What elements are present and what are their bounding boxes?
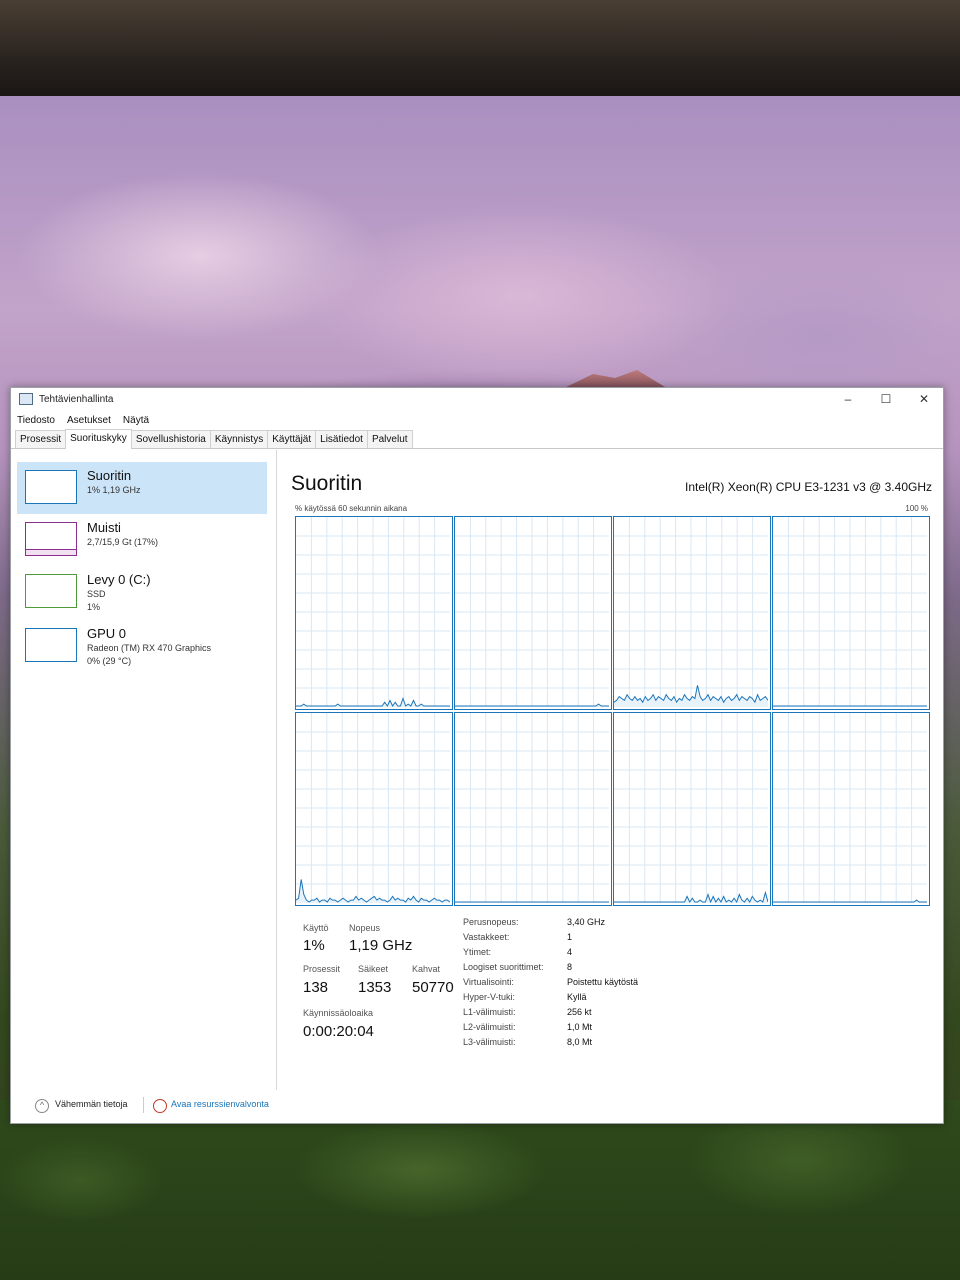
footer-bar: ^ Vähemmän tietoja Avaa resurssienvalvon… [11, 1091, 943, 1121]
menu-bar: Tiedosto Asetukset Näytä [11, 410, 943, 430]
detail-value: Kyllä [567, 992, 587, 1002]
tab-details[interactable]: Lisätiedot [315, 430, 368, 448]
resource-monitor-icon[interactable] [153, 1099, 167, 1113]
cpu-core-graph [613, 712, 771, 906]
task-manager-icon [19, 393, 33, 405]
cpu-core-graph-plot [296, 713, 450, 903]
cpu-core-graph-plot [455, 517, 609, 707]
cpu-core-graph-plot [614, 713, 768, 903]
core-graph-grid [295, 516, 931, 906]
cpu-core-graph-plot [773, 713, 927, 903]
sidebar-item-label: Levy 0 (C:) [87, 572, 151, 587]
task-manager-window: Tehtävienhallinta – ☐ ✕ Tiedosto Asetuks… [10, 387, 944, 1124]
minimize-button[interactable]: – [829, 388, 867, 410]
processes-label: Prosessit [303, 964, 341, 974]
cpu-core-graph-plot [296, 517, 450, 707]
processes-value: 138 [303, 979, 329, 996]
memory-thumbnail [25, 522, 77, 556]
sidebar-item-detail: 1% [87, 602, 101, 612]
detail-key: Ytimet: [463, 947, 492, 957]
detail-key: Virtualisointi: [463, 977, 514, 987]
sidebar-item-gpu[interactable]: GPU 0 Radeon (TM) RX 470 Graphics 0% (29… [17, 620, 267, 672]
detail-key: Hyper-V-tuki: [463, 992, 516, 1002]
menu-view[interactable]: Näytä [123, 415, 149, 426]
cpu-thumbnail [25, 470, 77, 504]
tab-startup[interactable]: Käynnistys [209, 430, 269, 448]
sidebar-item-memory[interactable]: Muisti 2,7/15,9 Gt (17%) [17, 514, 267, 566]
cpu-core-graph [772, 712, 930, 906]
detail-key: Loogiset suorittimet: [463, 962, 544, 972]
sidebar-item-label: Suoritin [87, 468, 132, 483]
threads-label: Säikeet [358, 964, 389, 974]
close-button[interactable]: ✕ [905, 388, 943, 410]
fewer-details-link[interactable]: Vähemmän tietoja [55, 1099, 128, 1109]
menu-file[interactable]: Tiedosto [17, 415, 55, 426]
footer-divider [143, 1097, 144, 1113]
sidebar-item-disk[interactable]: Levy 0 (C:) SSD 1% [17, 566, 267, 618]
cpu-stats: Käyttö 1% Nopeus 1,19 GHz Prosessit 138 … [297, 917, 937, 1093]
speed-value: 1,19 GHz [349, 937, 413, 954]
performance-panel: Suoritin Intel(R) Xeon(R) CPU E3-1231 v3… [291, 468, 936, 1088]
tab-app-history[interactable]: Sovellushistoria [130, 430, 211, 448]
tab-services[interactable]: Palvelut [366, 430, 413, 448]
detail-value: 256 kt [567, 1007, 592, 1017]
cpu-core-graph [295, 712, 453, 906]
sidebar-item-detail: 2,7/15,9 Gt (17%) [87, 537, 159, 547]
tab-performance[interactable]: Suorituskyky [65, 429, 132, 449]
cpu-core-graph [613, 516, 771, 710]
cpu-core-graph [454, 712, 612, 906]
detail-value: 1 [567, 932, 573, 942]
maximize-button[interactable]: ☐ [867, 388, 905, 410]
sidebar-item-detail: Radeon (TM) RX 470 Graphics [87, 643, 212, 653]
detail-key: L1-välimuisti: [463, 1007, 516, 1017]
detail-key: L2-välimuisti: [463, 1022, 516, 1032]
resource-sidebar: Suoritin 1% 1,19 GHz Muisti 2,7/15,9 Gt … [11, 450, 277, 1090]
cpu-core-graph [295, 516, 453, 710]
monitor-bezel [0, 0, 960, 96]
sidebar-item-cpu[interactable]: Suoritin 1% 1,19 GHz [17, 462, 267, 514]
cpu-core-graph-plot [773, 517, 927, 707]
threads-value: 1353 [358, 979, 392, 996]
title-bar[interactable]: Tehtävienhallinta – ☐ ✕ [11, 388, 943, 410]
detail-key: L3-välimuisti: [463, 1037, 516, 1047]
uptime-value: 0:00:20:04 [303, 1023, 374, 1040]
cpu-core-graph [772, 516, 930, 710]
menu-options[interactable]: Asetukset [67, 415, 111, 426]
wallpaper-foliage [0, 1100, 960, 1280]
window-title: Tehtävienhallinta [39, 393, 114, 405]
detail-key: Vastakkeet: [463, 932, 510, 942]
sidebar-item-detail: 1% 1,19 GHz [87, 485, 141, 495]
tab-users[interactable]: Käyttäjät [267, 430, 317, 448]
cpu-core-graph-plot [455, 713, 609, 903]
detail-key: Perusnopeus: [463, 917, 519, 927]
detail-value: 4 [567, 947, 573, 957]
page-title: Suoritin [291, 472, 363, 495]
cpu-core-graph-plot [614, 517, 768, 707]
detail-value: 8,0 Mt [567, 1037, 593, 1047]
uptime-label: Käynnissäoloaika [303, 1008, 374, 1018]
usage-value: 1% [303, 937, 325, 954]
gpu-thumbnail [25, 628, 77, 662]
tab-processes[interactable]: Prosessit [15, 430, 67, 448]
sidebar-item-detail: 0% (29 °C) [87, 656, 132, 666]
sidebar-item-detail: SSD [87, 589, 106, 599]
sidebar-item-label: GPU 0 [87, 626, 127, 641]
disk-thumbnail [25, 574, 77, 608]
open-resource-monitor-link[interactable]: Avaa resurssienvalvonta [171, 1099, 269, 1109]
speed-label: Nopeus [349, 923, 381, 933]
cpu-core-graph [454, 516, 612, 710]
detail-value: 1,0 Mt [567, 1022, 593, 1032]
detail-value: Poistettu käytöstä [567, 977, 639, 987]
handles-label: Kahvat [412, 964, 441, 974]
usage-label: Käyttö [303, 923, 329, 933]
graph-caption: % käytössä 60 sekunnin aikana [295, 504, 408, 513]
handles-value: 50770 [412, 979, 454, 996]
detail-value: 3,40 GHz [567, 917, 606, 927]
tab-bar: Prosessit Suorituskyky Sovellushistoria … [11, 429, 943, 449]
detail-value: 8 [567, 962, 573, 972]
graph-max-label: 100 % [905, 504, 928, 513]
sidebar-item-label: Muisti [87, 520, 121, 535]
cpu-model-name: Intel(R) Xeon(R) CPU E3-1231 v3 @ 3.40GH… [685, 480, 932, 494]
chevron-up-icon[interactable]: ^ [35, 1099, 49, 1113]
